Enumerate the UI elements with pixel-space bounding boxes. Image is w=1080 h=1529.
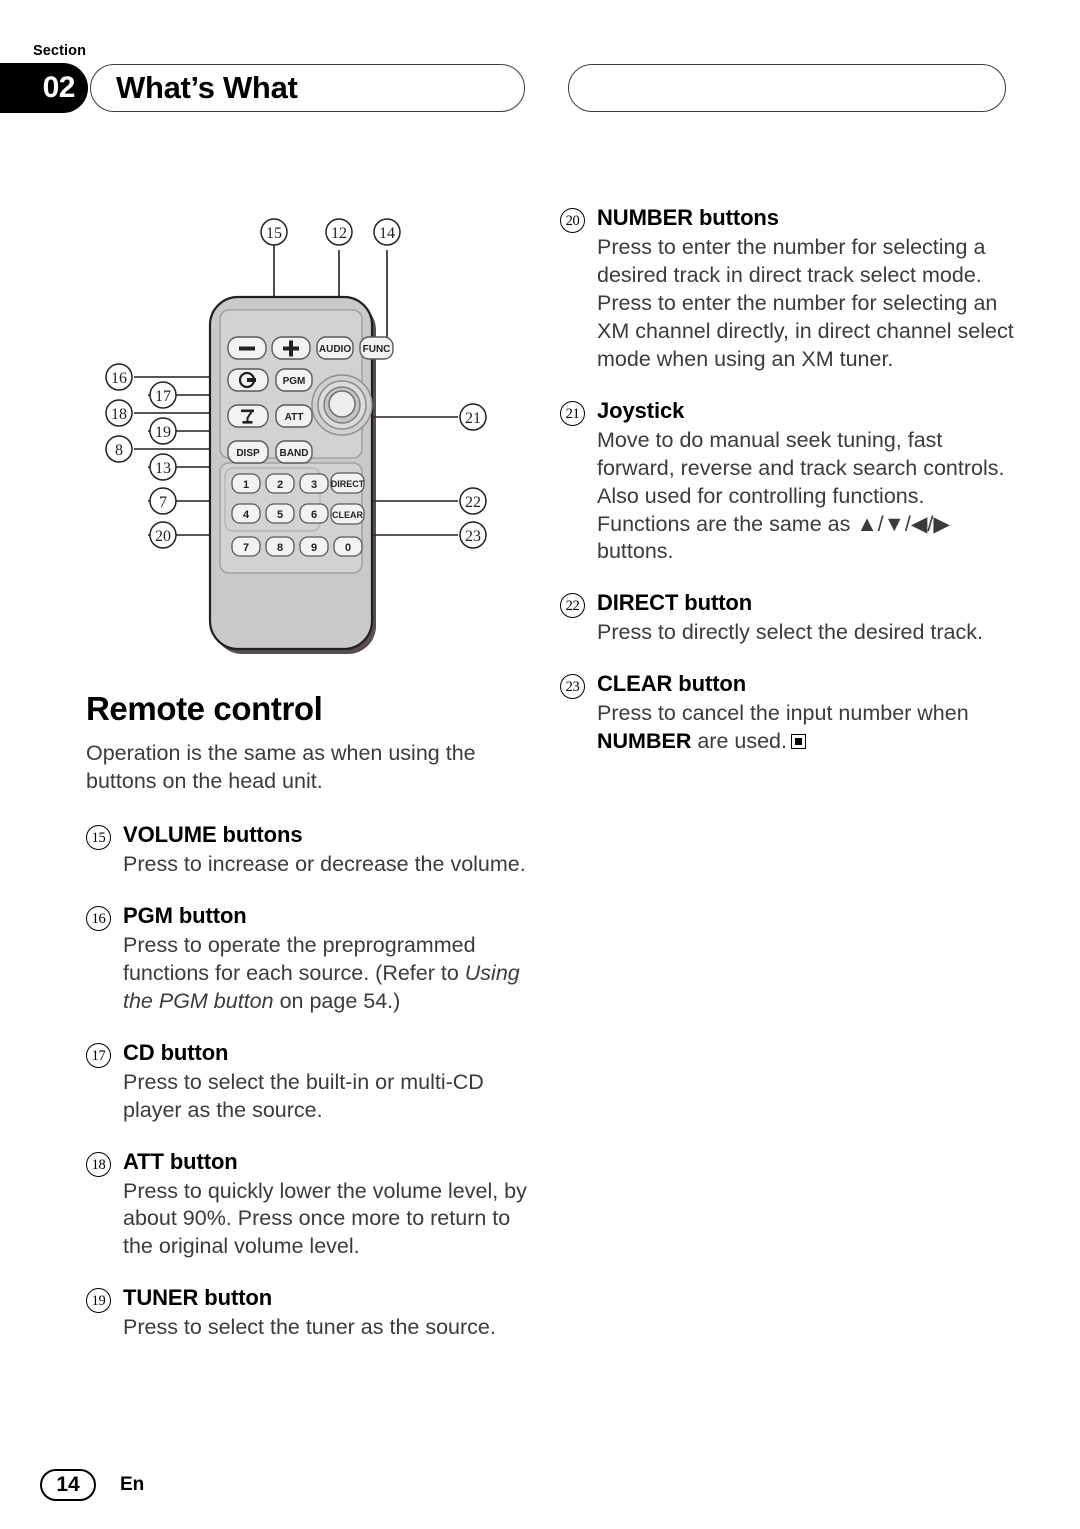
- callout-badge: 18: [86, 1151, 111, 1177]
- callout-badge: 23: [560, 674, 585, 700]
- entry-title: NUMBER buttons: [597, 205, 779, 230]
- callout-badge: 19: [86, 1288, 111, 1314]
- entry-body: Press to cancel the input number when NU…: [597, 700, 1020, 756]
- callout-badge: 17: [86, 1042, 111, 1068]
- entry-body-post: are used.: [691, 729, 787, 754]
- entry-title: VOLUME buttons: [123, 821, 303, 847]
- entry-pgm-button: 16 PGM button Press to operate the prepr…: [86, 903, 541, 1016]
- entry-header: 22 DIRECT button: [560, 590, 1020, 619]
- entry-direct-button: 22 DIRECT button Press to directly selec…: [560, 590, 1020, 647]
- entry-header: 18 ATT button: [86, 1149, 541, 1177]
- callout-badge: 16: [86, 905, 111, 931]
- entry-att-button: 18 ATT button Press to quickly lower the…: [86, 1149, 541, 1262]
- page-number: 14: [40, 1469, 96, 1501]
- callout-badge: 15: [86, 824, 111, 850]
- entry-body: Press to select the built-in or multi-CD…: [123, 1069, 484, 1122]
- direction-arrows-glyph: ▲/▼/◀/▶: [856, 511, 950, 536]
- entry-body: Press to increase or decrease the volume…: [123, 851, 526, 876]
- page-header: Section 02 What’s What: [0, 0, 1080, 130]
- callout-badge: 21: [560, 400, 585, 426]
- entry-header: 19 TUNER button: [86, 1285, 541, 1314]
- callout-badge: 22: [560, 593, 585, 619]
- entry-title: CD button: [123, 1039, 229, 1065]
- entry-cd-button: 17 CD button Press to select the built-i…: [86, 1040, 541, 1125]
- page-title: What’s What: [116, 70, 298, 105]
- entry-title: ATT button: [123, 1148, 238, 1174]
- page-section-heading: Remote control: [86, 690, 323, 727]
- entry-body-post: buttons.: [597, 539, 674, 564]
- entry-body: Press to operate the preprogrammed funct…: [123, 932, 541, 1016]
- language-code: En: [120, 1474, 145, 1495]
- entry-body-emphasis: NUMBER: [597, 729, 692, 754]
- entry-title: CLEAR button: [597, 671, 747, 697]
- entry-title: PGM button: [123, 902, 247, 928]
- entry-body-pre: Press to operate the preprogrammed funct…: [123, 932, 476, 985]
- entry-joystick: 21 Joystick Move to do manual seek tunin…: [560, 398, 1020, 567]
- entry-title: DIRECT button: [597, 590, 753, 616]
- section-label: Section: [33, 43, 87, 59]
- entry-volume-buttons: 15 VOLUME buttons Press to increase or d…: [86, 822, 541, 879]
- entry-number-buttons: 20 NUMBER buttons Press to enter the num…: [560, 205, 1020, 374]
- entry-body: Press to quickly lower the volume level,…: [123, 1178, 527, 1259]
- entry-header: 17 CD button: [86, 1040, 541, 1068]
- chapter-title-pill-right: [568, 64, 1006, 112]
- entry-body: Press to directly select the desired tra…: [597, 620, 983, 645]
- callout-badge: 20: [560, 208, 585, 233]
- entry-title: Joystick: [597, 397, 685, 423]
- entry-body-post: on page 54.): [273, 988, 401, 1013]
- right-column: 20 NUMBER buttons Press to enter the num…: [560, 205, 1020, 780]
- chapter-title-pill: What’s What: [90, 64, 525, 112]
- entry-body-pre: Press to cancel the input number when: [597, 701, 969, 726]
- entry-header: 23 CLEAR button: [560, 671, 1020, 700]
- entry-header: 20 NUMBER buttons: [560, 205, 1020, 233]
- entry-header: 15 VOLUME buttons: [86, 822, 541, 850]
- entry-body: Move to do manual seek tuning, fast forw…: [597, 427, 1020, 567]
- section-number-tab: 02: [0, 63, 88, 113]
- entry-header: 21 Joystick: [560, 398, 1020, 426]
- end-of-section-marker-icon: [790, 734, 806, 750]
- left-column: Remote control Operation is the same as …: [86, 195, 541, 1366]
- entry-clear-button: 23 CLEAR button Press to cancel the inpu…: [560, 671, 1020, 756]
- entry-title: TUNER button: [123, 1285, 273, 1311]
- entry-tuner-button: 19 TUNER button Press to select the tune…: [86, 1285, 541, 1342]
- page-footer: 14 En: [40, 1469, 144, 1501]
- entry-header: 16 PGM button: [86, 903, 541, 931]
- section-number: 02: [42, 71, 76, 104]
- intro-paragraph: Operation is the same as when using the …: [86, 741, 476, 793]
- entry-body: Press to select the tuner as the source.: [123, 1315, 496, 1340]
- entry-body: Press to enter the number for selecting …: [597, 235, 1014, 371]
